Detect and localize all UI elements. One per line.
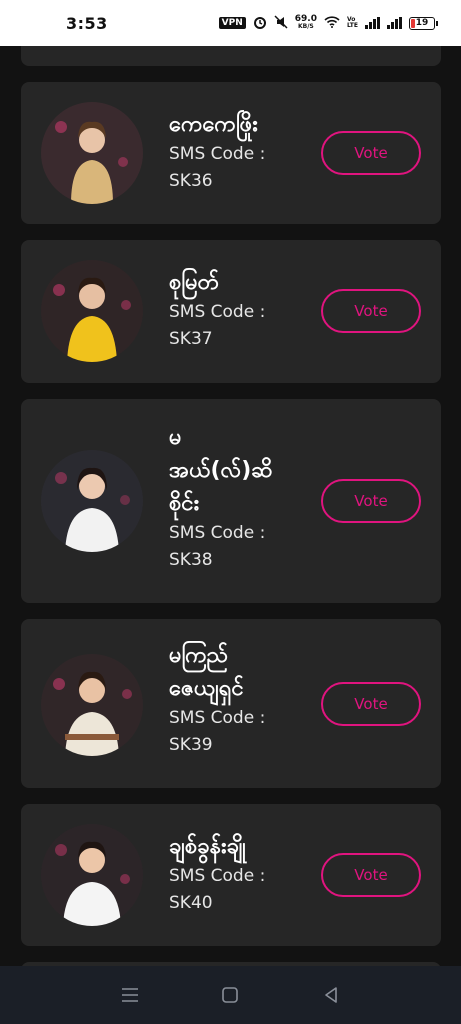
contestant-info: စုမြတ် SMS Code : SK37 [169, 266, 299, 353]
signal-icon-2 [387, 17, 402, 29]
vote-button[interactable]: Vote [321, 853, 421, 897]
battery-indicator: 19 [409, 16, 438, 30]
mute-icon [274, 14, 288, 32]
signal-icon-1 [365, 17, 380, 29]
contestant-info: ချစ်ခွန်းချို SMS Code : SK40 [169, 830, 299, 917]
speed-value: 69.0 [294, 14, 317, 24]
sms-code-label: SMS Code : [169, 866, 266, 886]
contestant-card: စုမြတ် SMS Code : SK37 Vote [21, 240, 441, 383]
contestant-card: မ အယ်(လ်)ဆိ စိုင်း SMS Code : SK38 Vote [21, 399, 441, 603]
vote-button[interactable]: Vote [321, 289, 421, 333]
sms-code-label: SMS Code : [169, 523, 266, 543]
alarm-icon [253, 15, 267, 32]
contestant-avatar [41, 824, 143, 926]
contestant-card: ချစ်ခွန်းချို SMS Code : SK40 Vote [21, 804, 441, 946]
contestant-list[interactable]: ကေကေဖြိုး SMS Code : SK36 Vote စုမြတ် SM… [0, 46, 461, 966]
contestant-card-partial [21, 46, 441, 66]
volte-bottom: LTE [346, 22, 358, 29]
contestant-name: မကြည် ဇေယျရှင် [169, 643, 244, 701]
sms-code-value: SK36 [169, 171, 213, 191]
contestant-info: ကေကေဖြိုး SMS Code : SK36 [169, 108, 299, 195]
system-nav-bar [0, 966, 461, 1024]
vpn-badge: VPN [218, 17, 246, 29]
vote-button[interactable]: Vote [321, 682, 421, 726]
sms-code-label: SMS Code : [169, 708, 266, 728]
network-speed: 69.0 KB/S [295, 15, 317, 31]
volte-indicator: Vo LTE [347, 17, 358, 29]
contestant-name: ချစ်ခွန်းချို [169, 834, 246, 859]
contestant-info: မ အယ်(လ်)ဆိ စိုင်း SMS Code : SK38 [169, 421, 299, 574]
contestant-avatar [41, 654, 143, 756]
sms-code-value: SK40 [169, 893, 213, 913]
sms-code-label: SMS Code : [169, 144, 266, 164]
contestant-name: စုမြတ် [169, 270, 220, 295]
sms-code-label: SMS Code : [169, 302, 266, 322]
home-icon[interactable] [218, 983, 242, 1007]
contestant-card: မကြည် ဇေယျရှင် SMS Code : SK39 Vote [21, 619, 441, 788]
contestant-info: မကြည် ဇေယျရှင် SMS Code : SK39 [169, 639, 299, 759]
contestant-card: ကေကေဖြိုး SMS Code : SK36 Vote [21, 82, 441, 224]
sms-code-value: SK37 [169, 329, 213, 349]
status-time: 3:53 [66, 13, 108, 33]
speed-unit: KB/S [297, 23, 314, 30]
status-icons: VPN 69.0 KB/S Vo LTE 19 [218, 14, 438, 32]
vote-button[interactable]: Vote [321, 479, 421, 523]
back-icon[interactable] [319, 983, 343, 1007]
contestant-avatar [41, 260, 143, 362]
contestant-name: မ အယ်(လ်)ဆိ စိုင်း [169, 425, 273, 516]
status-bar: 3:53 VPN 69.0 KB/S Vo LTE 19 [0, 0, 461, 46]
contestant-avatar [41, 450, 143, 552]
sms-code-value: SK38 [169, 550, 213, 570]
menu-icon[interactable] [118, 983, 142, 1007]
sms-code-value: SK39 [169, 735, 213, 755]
contestant-avatar [41, 102, 143, 204]
battery-level: 19 [415, 18, 429, 28]
wifi-icon [324, 15, 340, 31]
contestant-name: ကေကေဖြိုး [169, 112, 258, 137]
vote-button[interactable]: Vote [321, 131, 421, 175]
